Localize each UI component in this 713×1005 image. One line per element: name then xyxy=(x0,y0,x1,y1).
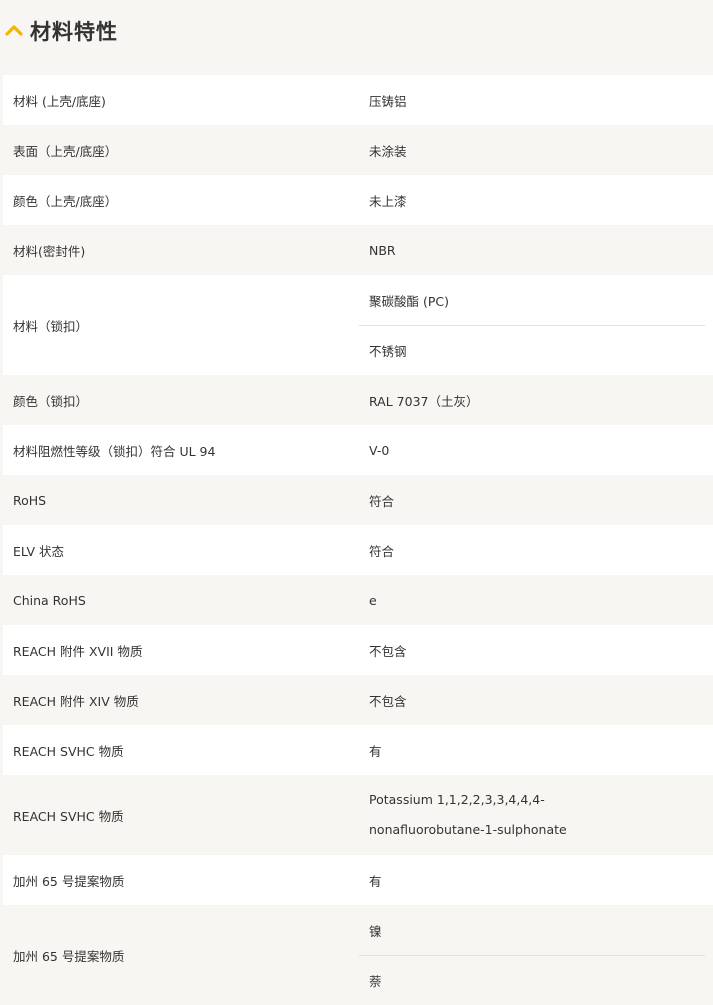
row-value: 符合 xyxy=(369,493,395,509)
row-value: 压铸铝 xyxy=(369,93,407,109)
row-value: 有 xyxy=(369,873,382,889)
row-value: 有 xyxy=(369,743,382,759)
row-value: 不锈钢 xyxy=(359,325,705,375)
table-row: ELV 状态 符合 xyxy=(3,525,713,575)
row-value: 萘 xyxy=(359,955,705,1005)
row-value: NBR xyxy=(369,242,396,258)
row-label: REACH 附件 XVII 物质 xyxy=(13,643,143,659)
row-label: ELV 状态 xyxy=(13,543,65,559)
table-row: RoHS 符合 xyxy=(3,475,713,525)
chevron-up-icon[interactable] xyxy=(4,21,24,41)
row-value: 不包含 xyxy=(369,693,407,709)
table-row: 加州 65 号提案物质 镍 萘 xyxy=(3,905,713,1005)
table-row: 颜色（锁扣） RAL 7037（土灰） xyxy=(3,375,713,425)
row-label: 加州 65 号提案物质 xyxy=(13,948,125,964)
table-row: China RoHS e xyxy=(3,575,713,625)
table-row: REACH SVHC 物质 有 xyxy=(3,725,713,775)
row-label: REACH SVHC 物质 xyxy=(13,808,124,824)
row-label: 材料(密封件) xyxy=(13,243,86,259)
row-value: 镍 xyxy=(369,923,382,939)
row-value: 未上漆 xyxy=(369,193,407,209)
row-label: 材料 (上壳/底座) xyxy=(13,93,106,109)
table-row: 加州 65 号提案物质 有 xyxy=(3,855,713,905)
row-label: REACH 附件 XIV 物质 xyxy=(13,693,139,709)
section-title: 材料特性 xyxy=(30,20,118,44)
row-value: RAL 7037（土灰） xyxy=(369,393,479,409)
row-value: 符合 xyxy=(369,543,395,559)
row-value: Potassium 1,1,2,2,3,3,4,4,4-nonafluorobu… xyxy=(369,792,567,837)
row-value: e xyxy=(369,592,377,608)
row-value: V-0 xyxy=(369,442,390,458)
table-row: 颜色（上壳/底座） 未上漆 xyxy=(3,175,713,225)
properties-table: 材料 (上壳/底座) 压铸铝 表面（上壳/底座） 未涂装 颜色（上壳/底座） 未… xyxy=(3,75,713,1005)
row-label: 表面（上壳/底座） xyxy=(13,143,118,159)
section-header[interactable]: 材料特性 xyxy=(0,0,713,62)
table-row: 材料 (上壳/底座) 压铸铝 xyxy=(3,75,713,125)
table-row: REACH 附件 XIV 物质 不包含 xyxy=(3,675,713,725)
row-value: 不包含 xyxy=(369,643,407,659)
row-label: 颜色（上壳/底座） xyxy=(13,193,118,209)
row-label: 材料（锁扣） xyxy=(13,318,89,334)
row-value: 聚碳酸酯 (PC) xyxy=(369,293,449,309)
table-row: REACH SVHC 物质 Potassium 1,1,2,2,3,3,4,4,… xyxy=(3,775,713,855)
table-row: 表面（上壳/底座） 未涂装 xyxy=(3,125,713,175)
table-row: REACH 附件 XVII 物质 不包含 xyxy=(3,625,713,675)
table-row: 材料（锁扣） 聚碳酸酯 (PC) 不锈钢 xyxy=(3,275,713,375)
table-row: 材料阻燃性等级（锁扣）符合 UL 94 V-0 xyxy=(3,425,713,475)
row-value: 未涂装 xyxy=(369,143,407,159)
row-label: 材料阻燃性等级（锁扣）符合 UL 94 xyxy=(13,443,216,459)
row-label: REACH SVHC 物质 xyxy=(13,743,124,759)
row-label: RoHS xyxy=(13,492,47,508)
row-label: 加州 65 号提案物质 xyxy=(13,873,125,889)
table-row: 材料(密封件) NBR xyxy=(3,225,713,275)
row-label: China RoHS xyxy=(13,592,86,608)
row-label: 颜色（锁扣） xyxy=(13,393,89,409)
